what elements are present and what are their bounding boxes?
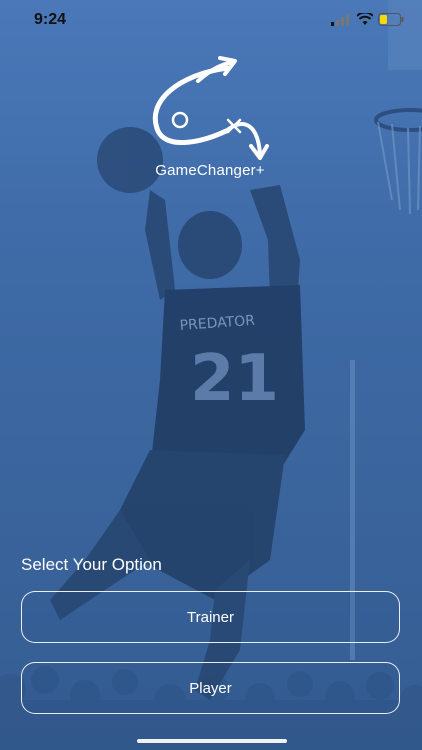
player-button[interactable]: Player xyxy=(21,662,400,714)
player-button-label: Player xyxy=(189,679,232,697)
jersey-number: 21 xyxy=(190,342,279,416)
gamechanger-logo-icon xyxy=(152,56,269,160)
battery-icon xyxy=(378,13,404,26)
status-time: 9:24 xyxy=(34,11,67,28)
select-option-title: Select Your Option xyxy=(21,555,162,574)
home-indicator[interactable] xyxy=(137,739,287,743)
wifi-icon xyxy=(357,13,373,25)
trainer-button[interactable]: Trainer xyxy=(21,591,400,643)
splash-screen: PREDATOR 21 9:24 GameChanger+ Select You… xyxy=(0,0,422,750)
status-bar: 9:24 xyxy=(0,0,422,40)
app-name-text: GameChanger+ xyxy=(155,162,265,179)
trainer-button-label: Trainer xyxy=(187,608,234,626)
basketball-hoop xyxy=(350,0,422,660)
cellular-signal-icon xyxy=(331,14,349,26)
